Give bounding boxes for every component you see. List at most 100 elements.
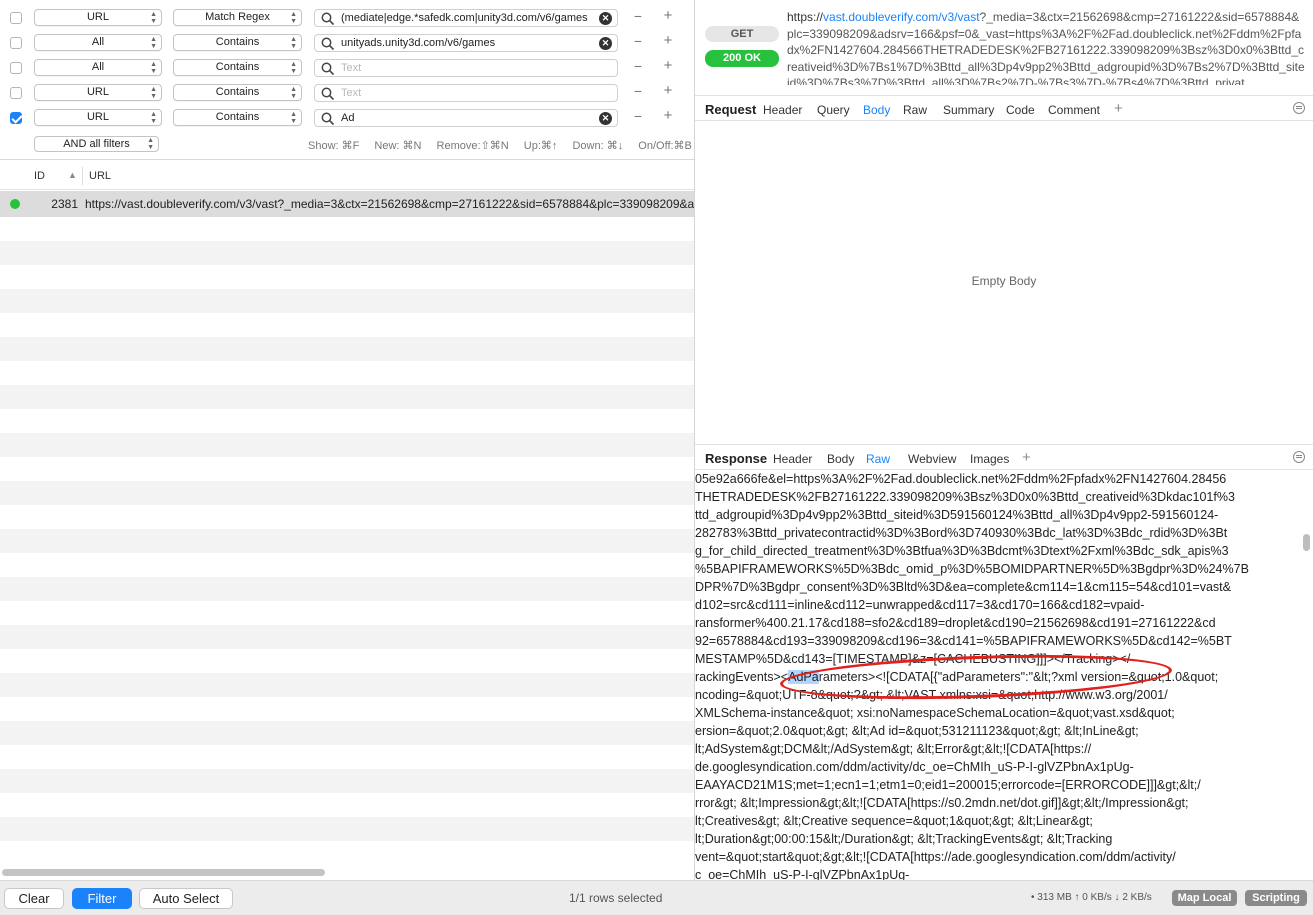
raw-line: EAAYACD21M1S;met=1;ecn1=1;etm1=0;eid1=20…: [695, 778, 1201, 792]
auto-select-button[interactable]: Auto Select: [139, 888, 233, 909]
request-title: Request: [705, 102, 757, 117]
add-filter-button[interactable]: +: [662, 57, 674, 74]
column-header-id[interactable]: ID: [34, 170, 45, 182]
empty-row: [0, 529, 694, 553]
filter-row: URL ▲ ▼ Match Regex ▲ ▼ (mediate|edge.*safed…: [0, 6, 694, 31]
raw-line: rror&gt; &lt;Impression&gt;&lt;![CDATA[h…: [695, 796, 1189, 810]
add-tab-icon[interactable]: +: [1022, 449, 1031, 466]
select-arrows-icon: ▲ ▼: [147, 137, 154, 151]
remove-filter-button[interactable]: −: [632, 108, 644, 124]
filter-value-input[interactable]: Ad ✕: [314, 109, 618, 127]
filter-field-select[interactable]: URL ▲ ▼: [34, 9, 162, 26]
raw-line: de.googlesyndication.com/ddm/activity/dc…: [695, 760, 1134, 774]
filter-enable-checkbox[interactable]: [10, 37, 22, 49]
filter-value-input[interactable]: (mediate|edge.*safedk.com|unity3d.com/v6…: [314, 9, 618, 27]
table-row[interactable]: 2381 https://vast.doubleverify.com/v3/va…: [0, 191, 694, 217]
filter-enable-checkbox[interactable]: [10, 112, 22, 124]
add-tab-icon[interactable]: +: [1114, 100, 1123, 117]
empty-row: [0, 337, 694, 361]
filter-value-input[interactable]: Text: [314, 59, 618, 77]
raw-line: 282783%3Bttd_privatecontractid%3D%3Bord%…: [695, 526, 1228, 540]
shortcut-down: Down: ⌘↓: [572, 140, 624, 152]
status-badge: 200 OK: [705, 50, 779, 67]
select-arrows-icon: ▲ ▼: [150, 85, 157, 100]
filter-operator-select[interactable]: Match Regex ▲ ▼: [173, 9, 302, 26]
tab-response-raw[interactable]: Raw: [866, 452, 890, 466]
filter-operator-select[interactable]: Contains ▲ ▼: [173, 109, 302, 126]
tab-request-code[interactable]: Code: [1006, 103, 1035, 117]
filter-value-text: Ad: [341, 112, 355, 124]
tab-request-summary[interactable]: Summary: [943, 103, 994, 117]
filter-value-input[interactable]: unityads.unity3d.com/v6/games ✕: [314, 34, 618, 52]
shortcut-onoff: On/Off:⌘B: [638, 140, 692, 152]
add-filter-button[interactable]: +: [662, 7, 674, 24]
request-list: 2381 https://vast.doubleverify.com/v3/va…: [0, 191, 694, 866]
tab-response-header[interactable]: Header: [773, 452, 812, 466]
clear-icon[interactable]: ✕: [599, 37, 612, 50]
tab-request-raw[interactable]: Raw: [903, 103, 927, 117]
raw-line: lt;Duration&gt;00:00:15&lt;/Duration&gt;…: [695, 832, 1113, 846]
select-arrows-icon: ▲ ▼: [150, 110, 157, 125]
horizontal-scrollbar[interactable]: [2, 869, 325, 876]
clear-icon[interactable]: ✕: [599, 112, 612, 125]
column-divider[interactable]: [82, 167, 83, 185]
select-arrows-icon: ▲ ▼: [150, 10, 157, 25]
filter-value-input[interactable]: Text: [314, 84, 618, 102]
filter-icon[interactable]: [1293, 102, 1305, 114]
filter-enable-checkbox[interactable]: [10, 62, 22, 74]
search-icon: [321, 12, 335, 26]
clear-button[interactable]: Clear: [4, 888, 64, 909]
remove-filter-button[interactable]: −: [632, 83, 644, 99]
filter-combine-select[interactable]: AND all filters ▲ ▼: [34, 136, 159, 152]
request-tabbar: Request Header Query Body Raw Summary Co…: [695, 95, 1313, 121]
add-filter-button[interactable]: +: [662, 32, 674, 49]
search-icon: [321, 87, 335, 101]
request-url[interactable]: https://vast.doubleverify.com/v3/vast?_m…: [787, 9, 1305, 85]
vertical-scrollbar[interactable]: [1303, 534, 1310, 551]
remove-filter-button[interactable]: −: [632, 8, 644, 24]
shortcut-up: Up:⌘↑: [523, 140, 558, 152]
scripting-badge[interactable]: Scripting: [1245, 890, 1307, 906]
method-badge: GET: [705, 26, 779, 42]
empty-row: [0, 721, 694, 745]
filter-icon[interactable]: [1293, 451, 1305, 463]
filter-operator-label: Match Regex: [205, 11, 270, 23]
tab-response-body[interactable]: Body: [827, 452, 854, 466]
filter-enable-checkbox[interactable]: [10, 12, 22, 24]
raw-line: ncoding=&quot;UTF-8&quot;?&gt; &lt;VAST …: [695, 688, 1168, 702]
response-raw-text[interactable]: 05e92a666fe&el=https%3A%2F%2Fad.doublecl…: [695, 470, 1295, 880]
tab-request-body[interactable]: Body: [863, 103, 890, 117]
tab-request-comment[interactable]: Comment: [1048, 103, 1100, 117]
filter-operator-select[interactable]: Contains ▲ ▼: [173, 84, 302, 101]
filter-field-label: All: [91, 36, 105, 48]
raw-line: ersion=&quot;2.0&quot;&gt; &lt;Ad id=&qu…: [695, 724, 1139, 738]
tab-request-header[interactable]: Header: [763, 103, 802, 117]
filter-operator-select[interactable]: Contains ▲ ▼: [173, 59, 302, 76]
filter-button[interactable]: Filter: [72, 888, 132, 909]
remove-filter-button[interactable]: −: [632, 58, 644, 74]
tab-request-query[interactable]: Query: [817, 103, 850, 117]
add-filter-button[interactable]: +: [662, 82, 674, 99]
tab-response-webview[interactable]: Webview: [908, 452, 956, 466]
empty-body-label: Empty Body: [971, 274, 1037, 288]
empty-row: [0, 577, 694, 601]
remove-filter-button[interactable]: −: [632, 33, 644, 49]
filter-field-select[interactable]: URL ▲ ▼: [34, 84, 162, 101]
left-pane: URL ▲ ▼ Match Regex ▲ ▼ (mediate|edge.*safed…: [0, 0, 694, 880]
filter-field-select[interactable]: All ▲ ▼: [34, 34, 162, 51]
raw-line: XMLSchema-instance&quot; xsi:noNamespace…: [695, 706, 1175, 720]
add-filter-button[interactable]: +: [662, 107, 674, 124]
filter-operator-select[interactable]: Contains ▲ ▼: [173, 34, 302, 51]
filter-enable-checkbox[interactable]: [10, 87, 22, 99]
clear-icon[interactable]: ✕: [599, 12, 612, 25]
column-header-url[interactable]: URL: [89, 170, 111, 182]
text-selection: AdPa: [788, 670, 819, 684]
filter-field-select[interactable]: All ▲ ▼: [34, 59, 162, 76]
raw-line: g_for_child_directed_treatment%3D%3Btfua…: [695, 544, 1229, 558]
map-local-badge[interactable]: Map Local: [1172, 890, 1237, 906]
empty-row: [0, 625, 694, 649]
sort-ascending-icon[interactable]: ▲: [68, 170, 77, 180]
tab-response-images[interactable]: Images: [970, 452, 1009, 466]
raw-line-highlighted: rackingEvents><AdParameters><![CDATA[{"a…: [695, 670, 1219, 684]
filter-field-select[interactable]: URL ▲ ▼: [34, 109, 162, 126]
